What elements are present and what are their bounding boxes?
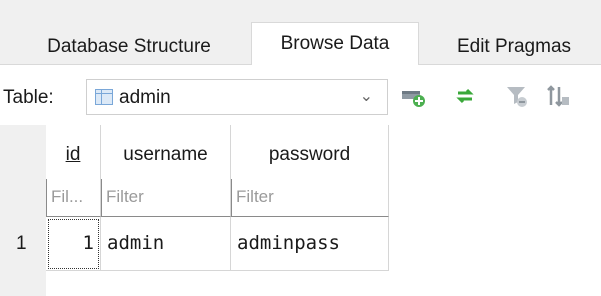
- chevron-down-icon: ⌄: [359, 88, 373, 105]
- new-record-icon: [402, 91, 425, 107]
- table-select[interactable]: admin ⌄: [86, 79, 388, 115]
- clear-filters-button[interactable]: [504, 83, 530, 109]
- tab-bar: Database Structure Browse Data Edit Prag…: [0, 18, 601, 66]
- tab-database-structure[interactable]: Database Structure: [18, 27, 240, 65]
- sort-icon: [547, 85, 569, 107]
- sort-button[interactable]: [545, 83, 571, 109]
- refresh-button[interactable]: [452, 83, 478, 109]
- column-header-username[interactable]: username: [101, 125, 231, 179]
- tab-edit-pragmas[interactable]: Edit Pragmas: [430, 27, 598, 65]
- cell-id[interactable]: 1: [46, 217, 101, 271]
- grid-corner: [0, 125, 46, 217]
- new-record-button[interactable]: [400, 83, 426, 109]
- tab-browse-data[interactable]: Browse Data: [251, 22, 419, 66]
- table-icon: [95, 89, 113, 105]
- browse-toolbar: Table: admin ⌄: [0, 65, 601, 125]
- cell-username[interactable]: admin: [101, 217, 231, 271]
- table-select-value: admin: [119, 87, 171, 108]
- column-header-id[interactable]: id: [46, 125, 101, 179]
- grid-empty-area: [389, 125, 601, 271]
- cell-password[interactable]: adminpass: [231, 217, 389, 271]
- filter-input-password[interactable]: Filter: [231, 179, 389, 217]
- browse-data-view: Database Structure Browse Data Edit Prag…: [0, 0, 601, 296]
- column-header-password[interactable]: password: [231, 125, 389, 179]
- data-grid: id username password Fil... Filter Filte…: [0, 125, 601, 296]
- filter-input-username[interactable]: Filter: [101, 179, 231, 217]
- grid-blank-area: [46, 271, 601, 296]
- refresh-icon: [456, 88, 474, 104]
- clear-filters-icon: [507, 87, 527, 107]
- row-number[interactable]: 1: [0, 217, 46, 271]
- table-label: Table:: [3, 87, 54, 108]
- row-header-empty: [0, 271, 46, 296]
- filter-input-id[interactable]: Fil...: [46, 179, 101, 217]
